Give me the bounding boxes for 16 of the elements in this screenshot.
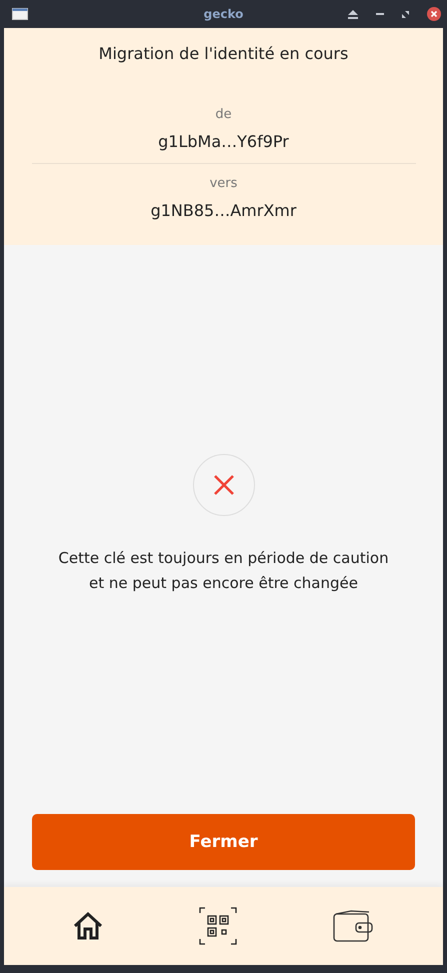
close-button[interactable]: Fermer — [32, 814, 415, 870]
from-address: g1LbMa…Y6f9Pr — [158, 132, 289, 151]
close-icon[interactable] — [427, 7, 441, 21]
error-icon — [192, 454, 254, 516]
wallet-icon[interactable] — [333, 910, 376, 942]
error-message: Cette clé est toujours en période de caution et ne peut pas encore être changée — [58, 548, 389, 594]
qr-code-icon[interactable] — [199, 907, 238, 945]
to-label: vers — [210, 176, 238, 191]
home-icon[interactable] — [72, 911, 104, 941]
eject-icon[interactable] — [348, 10, 358, 18]
page-title: Migration de l'identité en cours — [98, 44, 348, 63]
window-icon — [12, 8, 28, 20]
to-address: g1NB85…AmrXmr — [150, 201, 296, 220]
maximize-icon[interactable] — [402, 10, 409, 18]
from-label: de — [215, 107, 232, 122]
window-title: gecko — [204, 7, 244, 21]
